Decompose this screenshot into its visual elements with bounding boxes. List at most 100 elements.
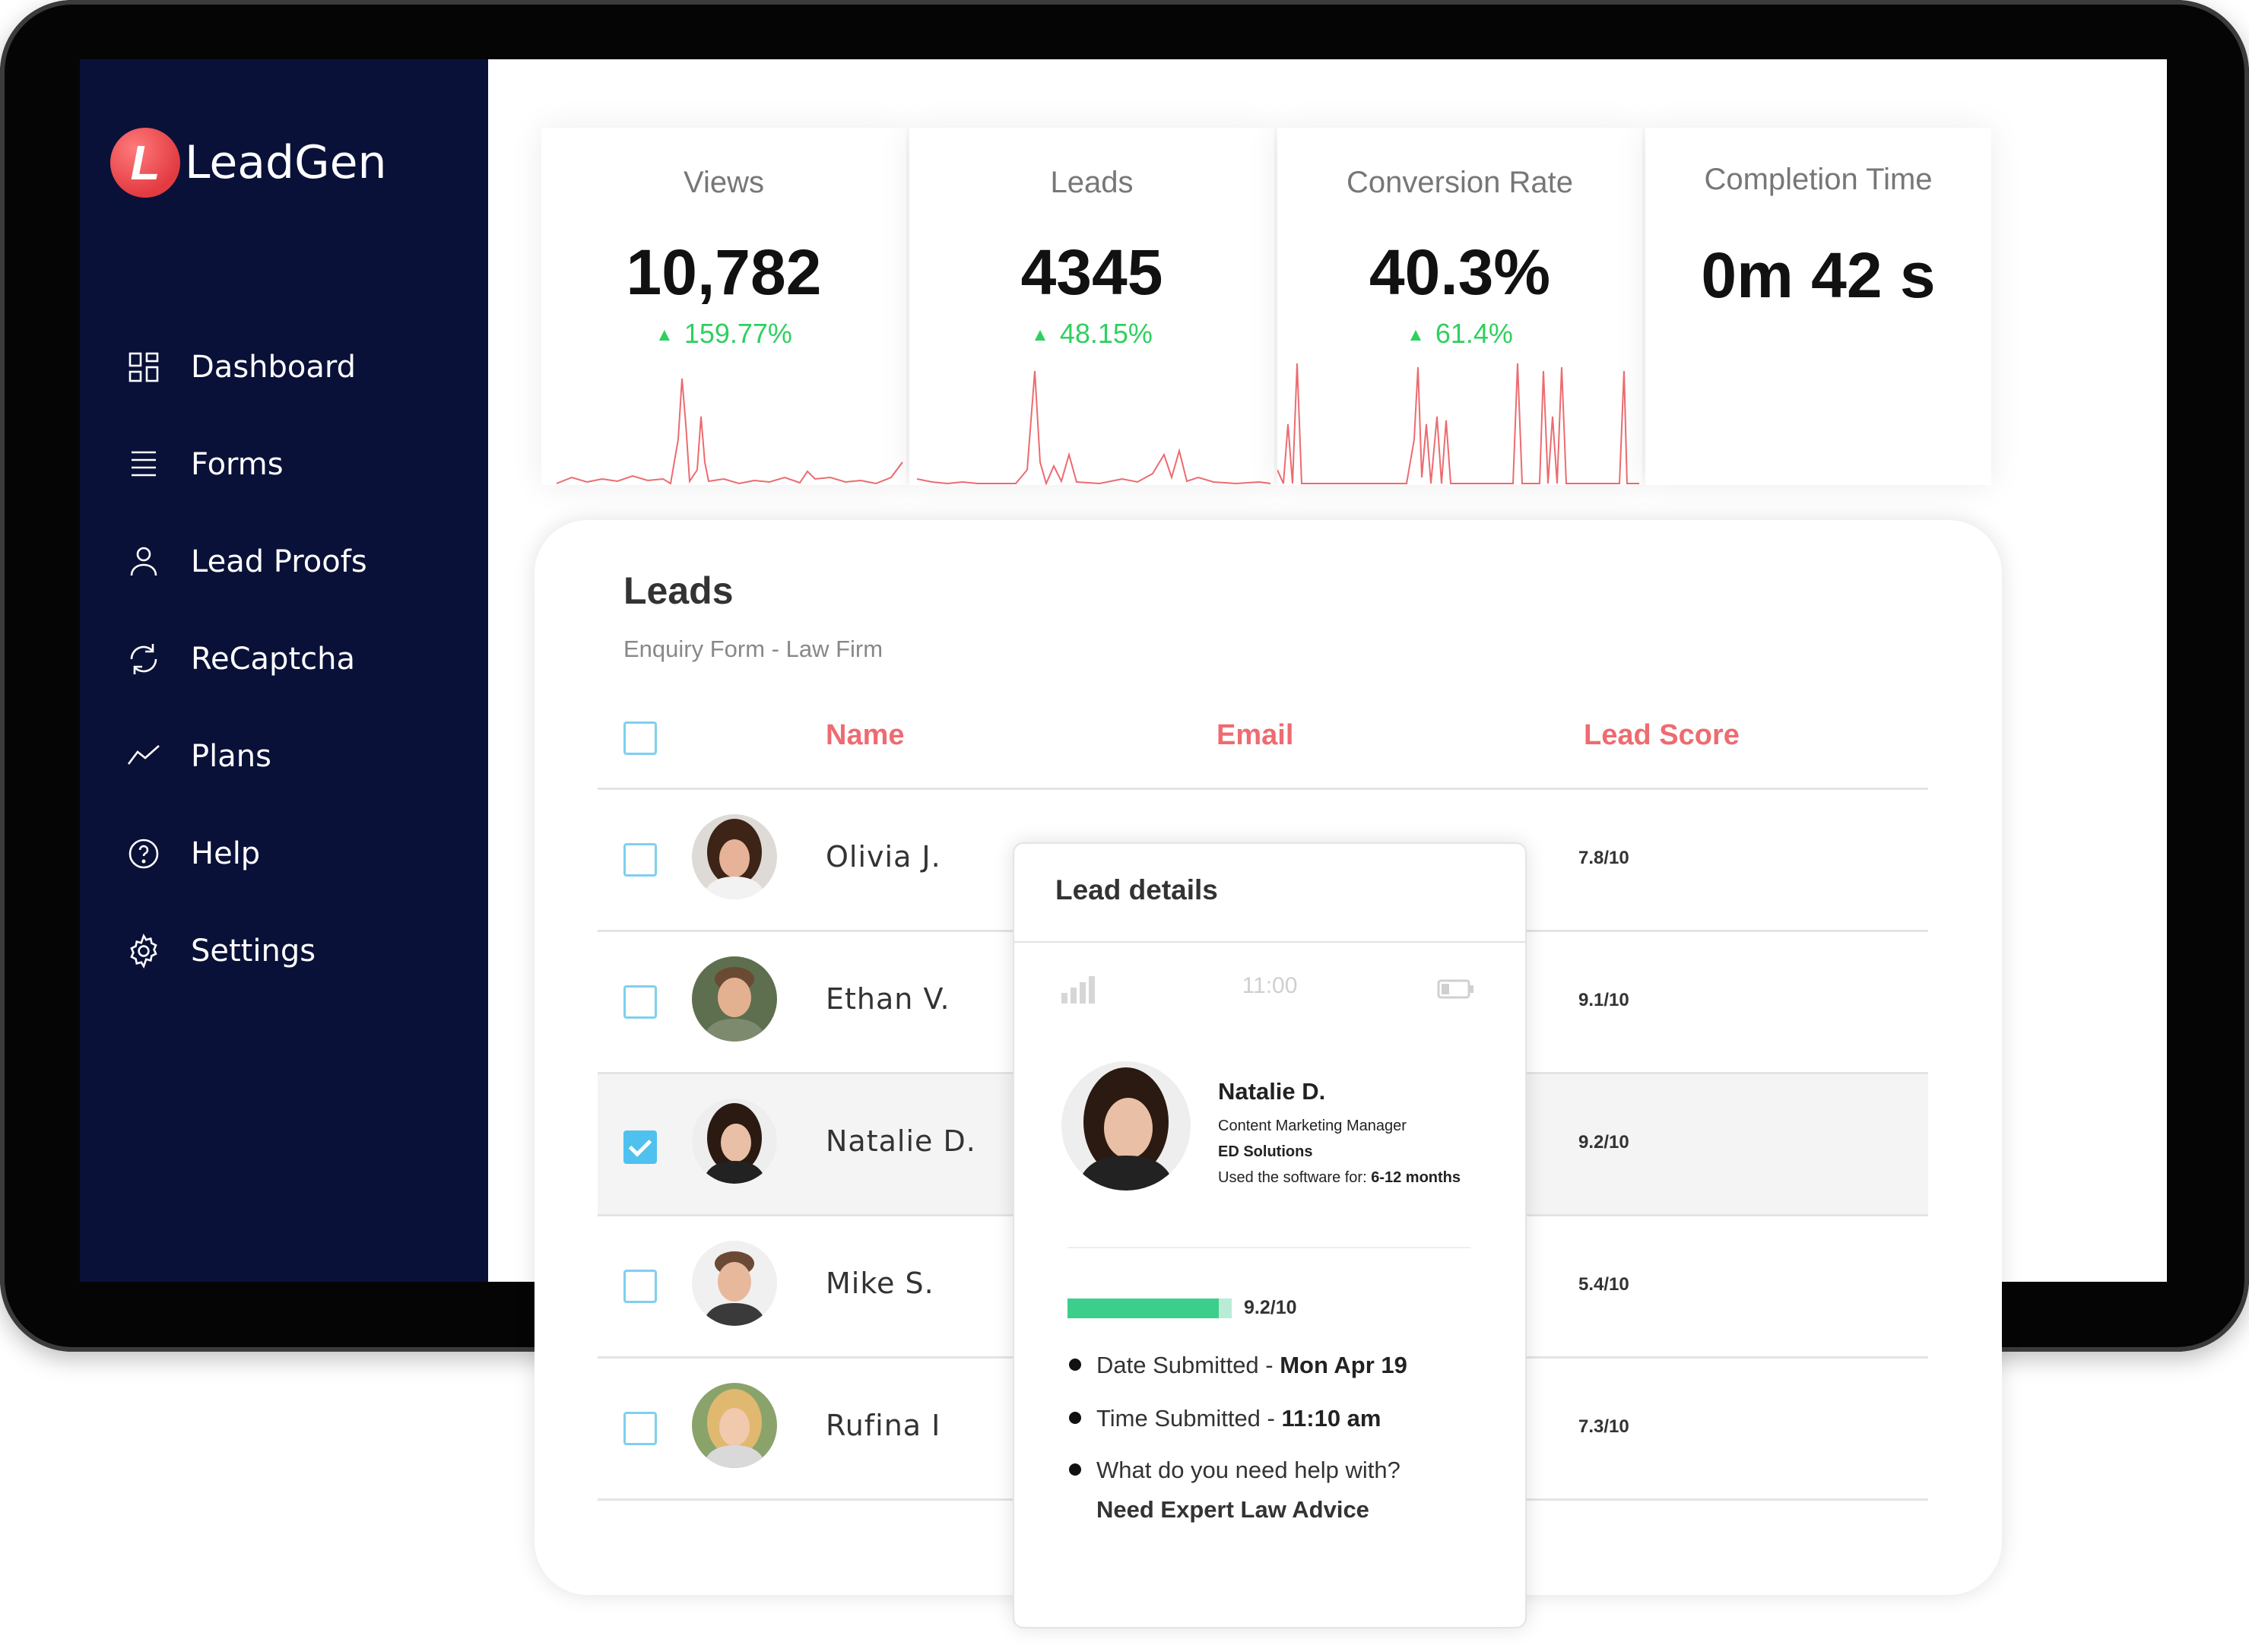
stat-title: Conversion Rate xyxy=(1347,166,1573,199)
page-title: Leads xyxy=(623,569,734,612)
stat-change-value: 48.15% xyxy=(1059,318,1153,349)
up-arrow-icon: ▲ xyxy=(655,325,674,345)
sidebar-item-help[interactable]: Help xyxy=(125,827,260,880)
forms-icon xyxy=(132,451,156,477)
row-checkbox[interactable] xyxy=(623,985,657,1019)
gear-icon xyxy=(130,933,157,969)
lead-role: Content Marketing Manager xyxy=(1218,1118,1407,1134)
trend-icon xyxy=(127,745,160,765)
column-header-email[interactable]: Email xyxy=(1216,719,1293,752)
sidebar-item-recaptcha[interactable]: ReCaptcha xyxy=(125,633,355,686)
stat-change-value: 61.4% xyxy=(1435,318,1513,349)
brand[interactable]: L LeadGen xyxy=(110,128,387,198)
lead-usage: Used the software for: 6-12 months xyxy=(1218,1169,1461,1187)
lead-name: Rufina I xyxy=(826,1409,941,1442)
sidebar-item-forms[interactable]: Forms xyxy=(125,438,284,491)
column-header-name[interactable]: Name xyxy=(826,719,905,752)
stat-value: 4345 xyxy=(1020,236,1163,308)
lead-name: Natalie D. xyxy=(826,1124,976,1158)
lead-details-title: Lead details xyxy=(1055,874,1218,905)
usage-value: 6-12 months xyxy=(1371,1169,1461,1186)
brand-name: LeadGen xyxy=(185,136,387,189)
stat-title: Completion Time xyxy=(1704,163,1933,196)
bullet-icon xyxy=(1069,1412,1081,1424)
stat-value: 0m 42 s xyxy=(1701,239,1936,311)
date-label: Date Submitted - xyxy=(1096,1352,1280,1378)
lead-score-label: 9.2/10 xyxy=(1244,1297,1297,1318)
lead-score: 7.8/10 xyxy=(1578,848,1629,868)
stat-change: ▲ 48.15% xyxy=(909,318,1274,350)
lead-details-card: Lead details 11:00 Natalie D. Content Ma… xyxy=(1013,842,1527,1628)
time-value: 11:10 am xyxy=(1281,1405,1381,1432)
sidebar-item-label: Settings xyxy=(191,934,316,969)
lead-score: 9.2/10 xyxy=(1578,1132,1629,1153)
answer: Need Expert Law Advice xyxy=(1096,1496,1369,1523)
lead-score: 9.1/10 xyxy=(1578,990,1629,1010)
sidebar-item-lead-proofs[interactable]: Lead Proofs xyxy=(125,535,367,588)
stat-value: 10,782 xyxy=(626,236,822,308)
lead-score-bar xyxy=(1067,1298,1232,1318)
row-checkbox[interactable] xyxy=(623,1412,657,1445)
user-icon xyxy=(130,547,157,576)
select-all-checkbox[interactable] xyxy=(623,721,657,755)
avatar xyxy=(692,956,777,1042)
lead-name: Natalie D. xyxy=(1218,1078,1326,1105)
avatar xyxy=(692,1099,777,1184)
sparkline xyxy=(916,370,1271,485)
avatar xyxy=(692,1383,777,1468)
battery-icon xyxy=(1437,979,1473,999)
stat-value: 40.3% xyxy=(1369,236,1551,308)
stat-card-completion-time: Completion Time 0m 42 s xyxy=(1645,128,1991,485)
lead-avatar xyxy=(1061,1061,1191,1191)
up-arrow-icon: ▲ xyxy=(1031,325,1049,345)
question: What do you need help with? xyxy=(1069,1457,1400,1484)
logo-icon: L xyxy=(110,128,180,198)
stat-change: ▲ 61.4% xyxy=(1277,318,1642,350)
lead-score-bar-fill xyxy=(1067,1298,1219,1318)
help-icon xyxy=(128,839,159,869)
sidebar-item-label: Forms xyxy=(191,447,284,482)
refresh-icon xyxy=(130,644,157,674)
lead-company: ED Solutions xyxy=(1218,1143,1313,1160)
sidebar-item-label: Lead Proofs xyxy=(191,544,367,579)
lead-score: 7.3/10 xyxy=(1578,1416,1629,1437)
row-checkbox[interactable] xyxy=(623,1130,657,1164)
bullet-icon xyxy=(1069,1359,1081,1371)
column-header-lead-score[interactable]: Lead Score xyxy=(1584,719,1740,752)
date-submitted: Date Submitted - Mon Apr 19 xyxy=(1069,1352,1407,1379)
stat-card-leads: Leads 4345 ▲ 48.15% xyxy=(909,128,1274,485)
dashboard-icon xyxy=(128,352,159,382)
lead-name: Ethan V. xyxy=(826,982,950,1016)
avatar xyxy=(692,814,777,899)
bullet-icon xyxy=(1069,1463,1081,1476)
sidebar-item-plans[interactable]: Plans xyxy=(125,730,271,783)
question-text: What do you need help with? xyxy=(1096,1457,1400,1483)
stat-card-views: Views 10,782 ▲ 159.77% xyxy=(541,128,906,485)
time-submitted: Time Submitted - 11:10 am xyxy=(1069,1405,1381,1432)
sidebar-item-label: ReCaptcha xyxy=(191,642,355,677)
sidebar-item-settings[interactable]: Settings xyxy=(125,924,316,978)
sidebar-item-label: Plans xyxy=(191,739,271,774)
sidebar-item-label: Dashboard xyxy=(191,350,357,385)
usage-label: Used the software for: xyxy=(1218,1169,1372,1186)
time-label: Time Submitted - xyxy=(1096,1405,1282,1432)
form-subtitle: Enquiry Form - Law Firm xyxy=(623,636,883,662)
row-checkbox[interactable] xyxy=(623,1270,657,1303)
row-checkbox[interactable] xyxy=(623,843,657,877)
lead-score: 5.4/10 xyxy=(1578,1274,1629,1295)
sidebar: L LeadGen Dashboard Forms Lead Proofs Re… xyxy=(80,59,488,1282)
sidebar-item-label: Help xyxy=(191,836,261,871)
sparkline xyxy=(1277,363,1639,484)
stat-change-value: 159.77% xyxy=(684,318,792,349)
up-arrow-icon: ▲ xyxy=(1407,325,1425,345)
sidebar-item-dashboard[interactable]: Dashboard xyxy=(125,341,356,394)
sparkline xyxy=(556,378,903,485)
avatar xyxy=(692,1241,777,1326)
stat-card-conversion-rate: Conversion Rate 40.3% ▲ 61.4% xyxy=(1277,128,1642,485)
stat-title: Leads xyxy=(1050,166,1134,199)
divider xyxy=(1014,941,1525,943)
divider xyxy=(1067,1247,1470,1248)
lead-name: Mike S. xyxy=(826,1267,934,1300)
stat-title: Views xyxy=(684,166,764,199)
date-value: Mon Apr 19 xyxy=(1280,1352,1407,1378)
